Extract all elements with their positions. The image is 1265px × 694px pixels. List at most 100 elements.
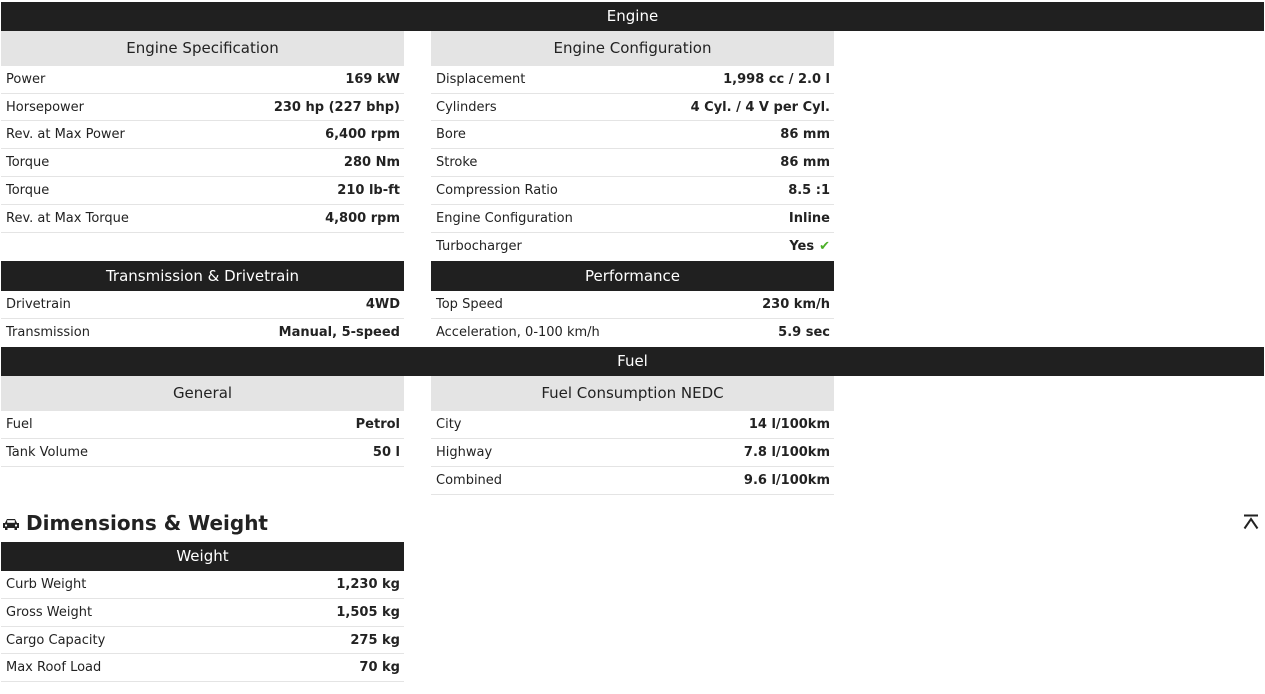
transmission-header: Transmission & Drivetrain [1, 261, 404, 291]
table-row: Torque 210 lb-ft [1, 177, 404, 205]
row-value: 14 l/100km [748, 417, 830, 432]
row-value: Yes ✔ [789, 239, 830, 254]
table-row: Power 169 kW [1, 66, 404, 94]
row-label: Power [6, 72, 46, 87]
performance-title: Performance [584, 267, 681, 285]
transmission-table: Drivetrain 4WD Transmission Manual, 5-spee… [1, 291, 404, 347]
engine-spec-header: Engine Specification [1, 31, 404, 66]
table-row: Engine Configuration Inline [431, 205, 834, 233]
row-value: Manual, 5-speed [278, 325, 400, 340]
table-row: Drivetrain 4WD [1, 291, 404, 319]
row-value: 1,998 cc / 2.0 l [723, 72, 830, 87]
table-row: Fuel Petrol [1, 411, 404, 439]
row-value: 70 kg [359, 660, 400, 675]
table-row: Curb Weight 1,230 kg [1, 571, 404, 599]
row-value: 8.5 :1 [788, 183, 830, 198]
row-label: Rev. at Max Power [6, 127, 125, 142]
row-value: 4WD [365, 297, 400, 312]
general-header: General [1, 376, 404, 411]
row-value: 280 Nm [343, 155, 400, 170]
table-row: Turbocharger Yes ✔ [431, 233, 834, 261]
table-row: Highway 7.8 l/100km [431, 439, 834, 467]
engine-config-title: Engine Configuration [553, 39, 712, 57]
table-row: Combined 9.6 l/100km [431, 467, 834, 495]
row-value: 1,230 kg [336, 577, 400, 592]
transmission-title: Transmission & Drivetrain [105, 267, 300, 285]
row-value: 4 Cyl. / 4 V per Cyl. [690, 100, 830, 115]
engine-spec-table: Power 169 kW Horsepower 230 hp (227 bhp) R… [1, 66, 404, 233]
table-row: Tank Volume 50 l [1, 439, 404, 467]
row-label: Rev. at Max Torque [6, 211, 129, 226]
consumption-header: Fuel Consumption NEDC [431, 376, 834, 411]
consumption-table: City 14 l/100km Highway 7.8 l/100km Combin… [431, 411, 834, 495]
weight-table: Curb Weight 1,230 kg Gross Weight 1,505 kg… [1, 571, 404, 682]
row-value: 1,505 kg [336, 605, 400, 620]
performance-table: Top Speed 230 km/h Acceleration, 0-100 km… [431, 291, 834, 347]
row-label: Transmission [6, 325, 90, 340]
general-title: General [172, 384, 233, 402]
row-value: 5.9 sec [778, 325, 830, 340]
row-label: Displacement [436, 72, 526, 87]
weight-header: Weight [1, 542, 404, 571]
table-row: Transmission Manual, 5-speed [1, 319, 404, 347]
dimensions-title-text: Dimensions & Weight [26, 511, 268, 535]
car-icon [3, 519, 19, 530]
row-label: Highway [436, 445, 493, 460]
engine-section-header: Engine [1, 2, 1264, 31]
weight-title: Weight [176, 547, 229, 565]
row-label: Cargo Capacity [6, 633, 106, 648]
row-value: 86 mm [780, 155, 830, 170]
table-row: Top Speed 230 km/h [431, 291, 834, 319]
row-label: Drivetrain [6, 297, 71, 312]
table-row: City 14 l/100km [431, 411, 834, 439]
row-label: Top Speed [436, 297, 503, 312]
row-value: Inline [788, 211, 830, 226]
fuel-section-header: Fuel [1, 347, 1264, 376]
table-row: Gross Weight 1,505 kg [1, 599, 404, 627]
row-label: Horsepower [6, 100, 85, 115]
row-label: Curb Weight [6, 577, 87, 592]
row-value: 86 mm [780, 127, 830, 142]
row-value: 210 lb-ft [337, 183, 400, 198]
row-label: Bore [436, 127, 466, 142]
engine-config-table: Displacement 1,998 cc / 2.0 l Cylinders 4 … [431, 66, 834, 261]
table-row: Compression Ratio 8.5 :1 [431, 177, 834, 205]
row-value: 50 l [372, 445, 400, 460]
table-row: Rev. at Max Power 6,400 rpm [1, 121, 404, 149]
table-row: Horsepower 230 hp (227 bhp) [1, 94, 404, 121]
row-label: Stroke [436, 155, 478, 170]
row-label: Turbocharger [436, 239, 522, 254]
row-label: Engine Configuration [436, 211, 573, 226]
row-label: Torque [6, 155, 50, 170]
engine-section-title: Engine [606, 7, 659, 25]
back-to-top-button[interactable] [1242, 514, 1260, 530]
row-label: Combined [436, 473, 503, 488]
row-label: Compression Ratio [436, 183, 558, 198]
table-row: Rev. at Max Torque 4,800 rpm [1, 205, 404, 233]
turbo-value: Yes [789, 239, 815, 254]
engine-config-header: Engine Configuration [431, 31, 834, 66]
table-row: Bore 86 mm [431, 121, 834, 149]
row-value: 4,800 rpm [325, 211, 400, 226]
row-value: Petrol [355, 417, 400, 432]
general-table: Fuel Petrol Tank Volume 50 l [1, 411, 404, 467]
consumption-title: Fuel Consumption NEDC [541, 384, 724, 402]
row-value: 169 kW [345, 72, 400, 87]
row-label: Gross Weight [6, 605, 93, 620]
back-to-top-icon [1243, 514, 1259, 530]
dimensions-section-title: Dimensions & Weight [2, 511, 268, 535]
row-label: City [436, 417, 462, 432]
row-value: 9.6 l/100km [743, 473, 830, 488]
table-row: Torque 280 Nm [1, 149, 404, 177]
row-label: Max Roof Load [6, 660, 102, 675]
row-label: Fuel [6, 417, 33, 432]
table-row: Acceleration, 0-100 km/h 5.9 sec [431, 319, 834, 347]
row-value: 230 km/h [762, 297, 830, 312]
row-label: Tank Volume [6, 445, 89, 460]
row-label: Acceleration, 0-100 km/h [436, 325, 600, 340]
table-row: Cargo Capacity 275 kg [1, 627, 404, 654]
table-row: Cylinders 4 Cyl. / 4 V per Cyl. [431, 94, 834, 121]
row-label: Cylinders [436, 100, 497, 115]
checkmark-icon: ✔ [819, 239, 830, 254]
performance-header: Performance [431, 261, 834, 291]
